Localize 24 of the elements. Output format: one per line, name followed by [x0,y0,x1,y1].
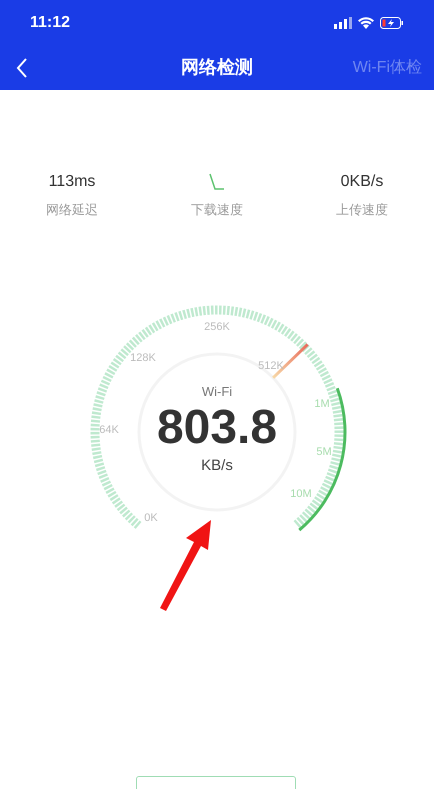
status-time: 11:12 [30,12,70,32]
scale-label: 1M [314,396,330,412]
wifi-icon [358,16,374,28]
speed-graph-icon [209,173,225,191]
stat-label: 上传速度 [336,201,388,219]
back-icon [16,58,28,78]
page-title: 网络检测 [181,56,253,79]
signal-icon [334,16,352,28]
stat-label: 下载速度 [191,201,243,219]
stat-value: 113ms [48,172,96,192]
scale-label: 512K [258,358,284,374]
scale-label: 0K [144,510,158,526]
scale-label: 256K [204,319,230,334]
scale-label: 5M [316,444,332,460]
scale-label: 10M [290,486,312,502]
scale-label: 64K [99,422,119,438]
network-label: Wi-Fi [202,382,232,400]
battery-icon [380,16,404,28]
stat-label: 网络延迟 [46,201,98,219]
stat-value: 0KB/s [340,172,384,192]
speed-reading: 803.8 [156,401,278,455]
speed-unit: KB/s [201,456,233,476]
scale-label: 128K [130,350,156,366]
wifi-check-link[interactable]: Wi-Fi体检 [352,56,422,80]
